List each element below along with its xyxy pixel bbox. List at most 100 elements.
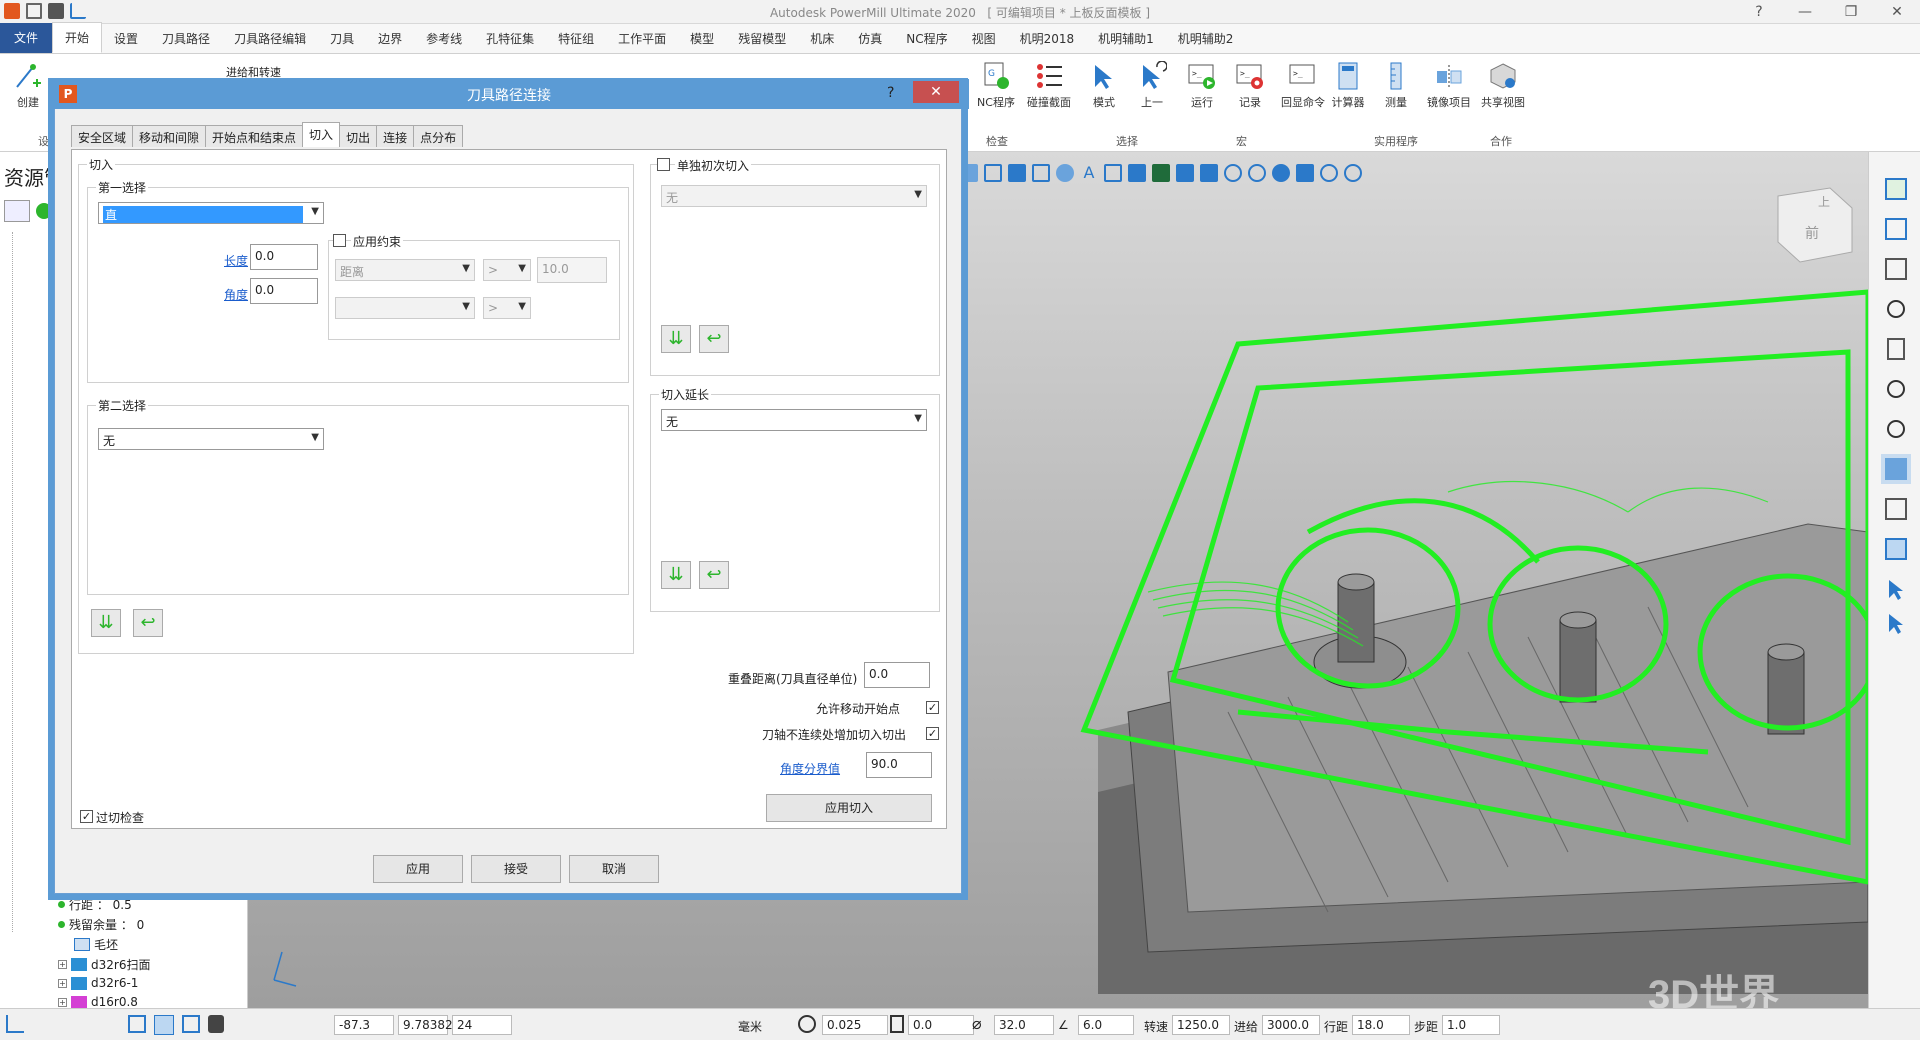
angle-threshold-field[interactable]: 90.0 [866,752,932,778]
select-arrow-icon[interactable] [1881,574,1911,604]
wireframe-view-icon[interactable] [1881,494,1911,524]
page-refresh-icon[interactable] [1881,334,1911,364]
tree-item-tool-1[interactable]: + d32r6扫面 [58,956,150,973]
axis-discontinuity-checkbox[interactable]: ✓ [926,727,939,740]
extension-copy-button[interactable]: ⇊ [661,561,691,589]
tab-lead-in[interactable]: 切入 [302,122,341,147]
tab-nc-program[interactable]: NC程序 [894,24,959,53]
tab-machine[interactable]: 机床 [798,24,846,53]
tree-item-block[interactable]: 毛坯 [74,936,118,953]
constraint-type-2-select[interactable]: ▼ [335,297,475,319]
allow-move-start-checkbox[interactable]: ✓ [926,701,939,714]
stepover-field[interactable]: 18.0 [1352,1015,1410,1035]
view-iso-icon[interactable] [1881,214,1911,244]
stock-field[interactable]: 0.0 [908,1015,974,1035]
tab-jiming2018[interactable]: 机明2018 [1008,24,1087,53]
close-window-button[interactable]: ✕ [1874,0,1920,24]
apply-button[interactable]: 应用 [373,855,463,883]
angle-link[interactable]: 角度 [224,286,248,303]
tab-home[interactable]: 开始 [52,22,103,53]
diameter-field[interactable]: 32.0 [994,1015,1054,1035]
tab-lead-out[interactable]: 切出 [339,125,378,147]
second-choice-select[interactable]: 无 ▼ [98,428,324,450]
tab-links[interactable]: 连接 [376,125,415,147]
tab-start-end-points[interactable]: 开始点和结束点 [205,125,304,147]
runner-icon[interactable] [1176,164,1194,182]
tab-safe-area[interactable]: 安全区域 [71,125,134,147]
tab-file[interactable]: 文件 [0,23,53,53]
tab-moves-gaps[interactable]: 移动和间隙 [132,125,207,147]
expand-icon[interactable]: + [58,960,67,969]
view-top-icon[interactable] [1881,174,1911,204]
tab-pattern[interactable]: 参考线 [414,24,474,53]
copy-from-leadout-button[interactable]: ↩ [133,609,163,637]
constraint-operator-select[interactable]: > ▼ [483,259,531,281]
tab-jiming-assist2[interactable]: 机明辅助2 [1166,24,1246,53]
stepdown-field[interactable]: 1.0 [1442,1015,1500,1035]
run-macro-button[interactable]: >_ 运行 [1180,58,1224,148]
apply-constraint-checkbox[interactable] [333,234,346,247]
globe-icon[interactable] [1272,164,1290,182]
collision-section-button[interactable]: 碰撞截面 [1022,58,1076,148]
dialog-help-button[interactable]: ? [887,85,894,101]
overlap-field[interactable]: 0.0 [864,662,930,688]
grid-view-icon[interactable] [1200,164,1218,182]
cancel-button[interactable]: 取消 [569,855,659,883]
tab-workplane[interactable]: 工作平面 [606,24,678,53]
layers-icon[interactable] [1128,164,1146,182]
constraint-operator-2-select[interactable]: > ▼ [483,297,531,319]
blue-cube-icon[interactable] [1881,534,1911,564]
single-first-copy-back-button[interactable]: ↩ [699,325,729,353]
copy-to-leadout-button[interactable]: ⇊ [91,609,121,637]
echo-command-button[interactable]: >_ 回显命令 [1276,58,1330,148]
select-undo-icon[interactable] [1881,608,1911,638]
view-box-icon[interactable] [984,164,1002,182]
calculator-button[interactable]: 计算器 [1326,58,1370,148]
tab-toolpath[interactable]: 刀具路径 [150,24,222,53]
expand-icon[interactable]: + [58,997,67,1007]
angle-field[interactable]: 0.0 [250,278,318,304]
single-first-copy-button[interactable]: ⇊ [661,325,691,353]
no-entry-icon[interactable] [1248,164,1266,182]
tab-hole-features[interactable]: 孔特征集 [474,24,546,53]
view-pan-icon[interactable] [960,164,978,182]
tree-item-stepover[interactable]: 行距 ： 0.5 [58,896,132,913]
zoom-refresh-icon[interactable] [1881,294,1911,324]
tree-item-thickness[interactable]: 残留余量 ： 0 [58,916,144,933]
view-hand-icon[interactable] [1056,164,1074,182]
snap-icon[interactable] [128,1015,146,1033]
explorer-status-icon[interactable] [36,203,52,219]
tab-toolpath-edit[interactable]: 刀具路径编辑 [222,24,318,53]
expand-icon[interactable]: + [58,978,67,988]
feed-speed-button[interactable]: 进给和转速 [226,64,281,80]
gouge-check-checkbox[interactable]: ✓ [80,810,93,823]
extension-select[interactable]: 无 ▼ [661,409,927,431]
accept-button[interactable]: 接受 [471,855,561,883]
mirror-items-button[interactable]: 镜像项目 [1422,58,1476,148]
shaded-view-icon[interactable] [1881,454,1911,484]
record-macro-button[interactable]: >_ 记录 [1228,58,1272,148]
constraint-type-select[interactable]: 距离 ▼ [335,259,475,281]
tab-tool[interactable]: 刀具 [318,24,366,53]
explorer-tree-icon[interactable] [4,200,30,222]
zoom-window-icon[interactable] [1881,414,1911,444]
single-first-select[interactable]: 无 ▼ [661,185,927,207]
extension-copy-back-button[interactable]: ↩ [699,561,729,589]
tab-stock-model[interactable]: 残留模型 [726,24,798,53]
view-move-icon[interactable] [1008,164,1026,182]
view-cube-icon[interactable] [1881,254,1911,284]
apply-lead-in-button[interactable]: 应用切入 [766,794,932,822]
first-choice-select[interactable]: 直 ▼ [98,202,324,224]
tab-boundary[interactable]: 边界 [366,24,414,53]
speed-field[interactable]: 1250.0 [1172,1015,1230,1035]
tree-item-tool-2[interactable]: + d32r6-1 [58,976,138,990]
tab-setup[interactable]: 设置 [102,24,150,53]
zoom-fit-icon[interactable] [1881,374,1911,404]
length-link[interactable]: 长度 [224,252,248,269]
tolerance-field[interactable]: 0.025 [822,1015,888,1035]
dialog-title-bar[interactable]: P 刀具路径连接 ? ✕ [49,79,969,109]
tab-feature-groups[interactable]: 特征组 [546,24,606,53]
feed-field[interactable]: 3000.0 [1262,1015,1320,1035]
tree-item-tool-3[interactable]: + d16r0.8 [58,996,138,1008]
settings-view-icon[interactable] [1224,164,1242,182]
